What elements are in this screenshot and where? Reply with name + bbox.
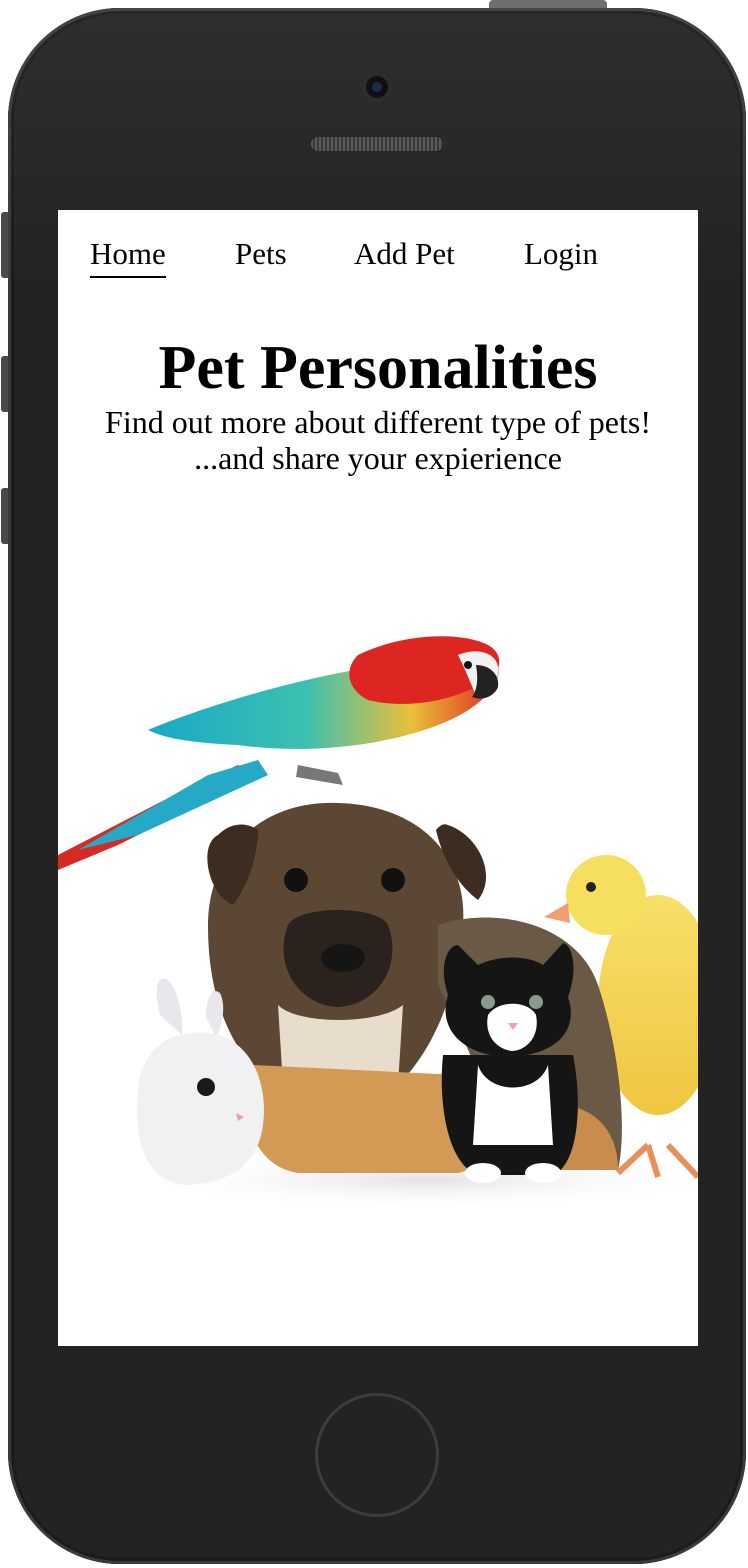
puppy-nose [321,944,365,972]
rabbit-eye [197,1078,215,1096]
parrot-eye [464,661,472,669]
top-nav: Home Pets Add Pet Login [58,232,698,282]
rabbit-body [137,1032,264,1185]
puppy-eye-right [381,868,405,892]
rabbit-ear-right [206,991,224,1037]
duck-eye [586,882,596,892]
parrot-feet [296,765,343,785]
page-title: Pet Personalities [158,334,598,402]
earpiece-speaker [311,137,443,151]
nav-add-pet-link[interactable]: Add Pet [354,232,455,276]
front-camera [361,71,393,103]
kitten-eye-right [529,995,543,1009]
pets-hero-image [58,636,698,1210]
duck-beak [544,903,570,923]
duck-head [566,855,646,935]
app-screen: Home Pets Add Pet Login Pet Personalitie… [58,210,698,1346]
kitten-paw-right [525,1163,561,1183]
puppy-eye-left [284,868,308,892]
home-button[interactable] [315,1393,439,1517]
nav-login-link[interactable]: Login [524,232,598,276]
nav-pets-link[interactable]: Pets [235,232,287,276]
tagline-line-1: Find out more about different type of pe… [105,404,651,440]
kitten [441,943,578,1183]
kitten-eye-left [481,995,495,1009]
nav-home-link[interactable]: Home [90,232,166,278]
tagline-line-2: ...and share your expierience [194,440,562,476]
rabbit-ear-left [156,978,183,1035]
kitten-paw-left [465,1163,501,1183]
